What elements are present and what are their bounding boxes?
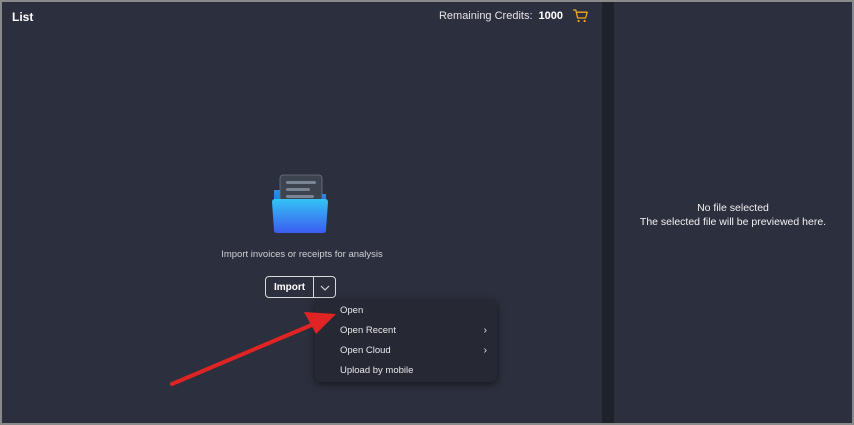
- preview-pane: No file selected The selected file will …: [614, 2, 852, 423]
- import-dropdown-toggle[interactable]: [314, 277, 335, 297]
- chevron-right-icon: ›: [483, 325, 487, 336]
- credits-value: 1000: [538, 10, 563, 22]
- menu-item-label: Open Recent: [340, 325, 396, 336]
- folder-documents-icon: [270, 172, 330, 234]
- list-pane: List Remaining Credits: 1000 Import invo…: [2, 2, 602, 423]
- preview-empty-title: No file selected: [697, 202, 769, 214]
- page-title: List: [12, 10, 34, 24]
- credits-label: Remaining Credits:: [438, 10, 533, 22]
- menu-item-label: Upload by mobile: [340, 365, 414, 376]
- import-button[interactable]: Import: [266, 277, 314, 297]
- menu-item-open-cloud[interactable]: Open Cloud ›: [315, 341, 497, 361]
- preview-placeholder: No file selected The selected file will …: [614, 201, 852, 229]
- chevron-right-icon: ›: [483, 345, 487, 356]
- shopping-cart-icon[interactable]: [572, 9, 588, 23]
- menu-item-label: Open Cloud: [340, 345, 391, 356]
- import-menu: Open Open Recent › Open Cloud › Upload b…: [315, 300, 497, 382]
- app-window: List Remaining Credits: 1000 Import invo…: [2, 2, 852, 423]
- credits-display: Remaining Credits: 1000: [439, 9, 588, 23]
- menu-item-open-recent[interactable]: Open Recent ›: [315, 321, 497, 341]
- preview-empty-hint: The selected file will be previewed here…: [639, 216, 827, 228]
- menu-item-upload-by-mobile[interactable]: Upload by mobile: [315, 361, 497, 381]
- chevron-down-icon: [320, 278, 330, 296]
- import-split-button: Import: [265, 276, 336, 298]
- menu-item-open[interactable]: Open: [315, 301, 497, 321]
- import-caption: Import invoices or receipts for analysis: [221, 249, 383, 260]
- menu-item-label: Open: [340, 305, 364, 316]
- pane-divider[interactable]: [602, 2, 614, 423]
